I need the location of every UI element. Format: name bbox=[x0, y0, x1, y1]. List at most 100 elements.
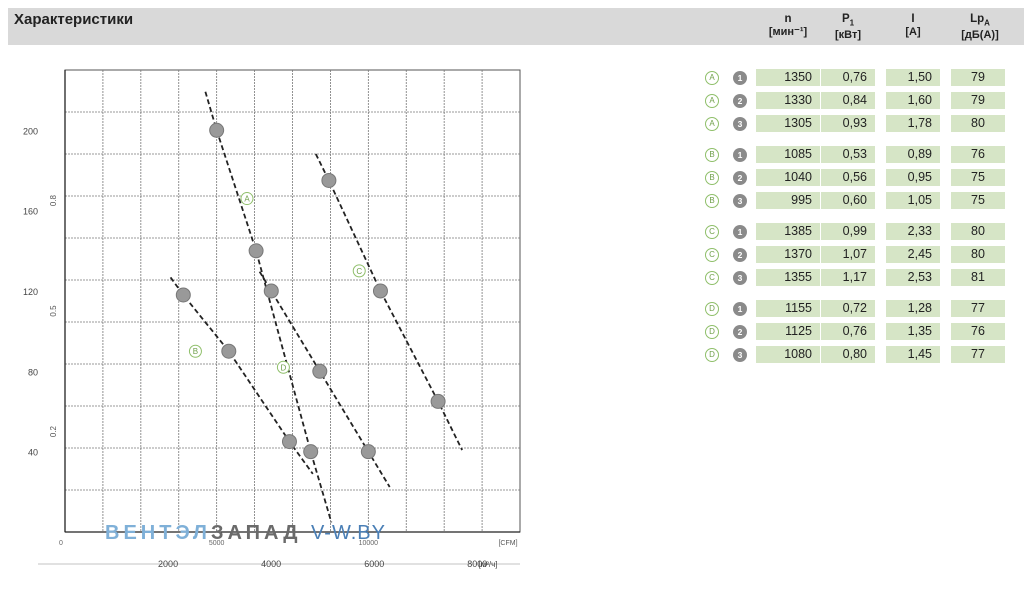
curve-letter-icon: C bbox=[705, 225, 719, 239]
cell-n: 1040 bbox=[756, 169, 820, 186]
y-tick-label-inwg: 0.2 bbox=[49, 425, 58, 437]
cell-n: 995 bbox=[756, 192, 820, 209]
cell-lpa: 79 bbox=[951, 92, 1005, 109]
col-head-i-name: I bbox=[911, 13, 915, 25]
operating-point-A bbox=[209, 122, 225, 138]
speed-number-icon: 3 bbox=[733, 348, 747, 362]
cell-n: 1355 bbox=[756, 269, 820, 286]
col-head-i: I [A] bbox=[886, 13, 940, 39]
x-unit-m3h: [м³/ч] bbox=[479, 560, 498, 569]
watermark-part1: ВЕНТЭЛ bbox=[105, 522, 211, 544]
cell-lpa: 80 bbox=[951, 115, 1005, 132]
x-unit-cfm: [CFM] bbox=[498, 540, 517, 547]
cell-lpa: 76 bbox=[951, 146, 1005, 163]
cell-lpa: 77 bbox=[951, 346, 1005, 363]
curve-label-C: C bbox=[356, 267, 362, 276]
curve-letter-icon: B bbox=[705, 148, 719, 162]
cell-i: 1,35 bbox=[886, 323, 940, 340]
col-head-lpa-name: Lp bbox=[970, 13, 985, 25]
cell-n: 1125 bbox=[756, 323, 820, 340]
cell-p1: 0,93 bbox=[821, 115, 875, 132]
curve-label-D: D bbox=[281, 363, 287, 372]
cell-i: 1,45 bbox=[886, 346, 940, 363]
cell-lpa: 75 bbox=[951, 192, 1005, 209]
y-tick-label-inwg: 0.5 bbox=[49, 305, 58, 317]
curve-letter-icon: A bbox=[705, 117, 719, 131]
curve-letter-icon: A bbox=[705, 94, 719, 108]
operating-point-D bbox=[312, 363, 328, 379]
col-head-i-unit: [A] bbox=[905, 26, 921, 38]
x-tick-label-m3h: 0 bbox=[59, 540, 63, 547]
curve-letter-icon: B bbox=[705, 171, 719, 185]
cell-n: 1155 bbox=[756, 300, 820, 317]
speed-number-icon: 2 bbox=[733, 325, 747, 339]
cell-p1: 0,53 bbox=[821, 146, 875, 163]
speed-number-icon: 2 bbox=[733, 248, 747, 262]
speed-number-icon: 2 bbox=[733, 94, 747, 108]
cell-lpa: 79 bbox=[951, 69, 1005, 86]
col-head-p1: P1 [кВт] bbox=[821, 13, 875, 42]
cell-n: 1080 bbox=[756, 346, 820, 363]
col-head-p1-unit: [кВт] bbox=[834, 29, 862, 42]
curve-letter-icon: C bbox=[705, 271, 719, 285]
curve-letter-icon: D bbox=[705, 302, 719, 316]
cell-lpa: 75 bbox=[951, 169, 1005, 186]
col-head-lpa-sub: A bbox=[984, 18, 990, 28]
cell-p1: 0,72 bbox=[821, 300, 875, 317]
cell-p1: 0,76 bbox=[821, 69, 875, 86]
cell-p1: 0,76 bbox=[821, 323, 875, 340]
operating-point-C bbox=[430, 393, 446, 409]
cell-p1: 1,17 bbox=[821, 269, 875, 286]
speed-number-icon: 1 bbox=[733, 148, 747, 162]
speed-number-icon: 2 bbox=[733, 171, 747, 185]
cell-lpa: 80 bbox=[951, 223, 1005, 240]
cell-i: 1,28 bbox=[886, 300, 940, 317]
x-tick-label-cfm: 2000 bbox=[158, 559, 178, 569]
col-head-lpa-unit: [дБ(A)] bbox=[961, 29, 999, 42]
y-tick-label: 80 bbox=[28, 367, 38, 377]
y-tick-label: 160 bbox=[23, 207, 38, 217]
curve-letter-icon: D bbox=[705, 325, 719, 339]
cell-n: 1305 bbox=[756, 115, 820, 132]
watermark-part2: ЗАПАД bbox=[210, 522, 302, 544]
col-head-n-name: n bbox=[784, 13, 792, 25]
speed-number-icon: 1 bbox=[733, 302, 747, 316]
curve-label-B: B bbox=[193, 347, 198, 356]
cell-lpa: 80 bbox=[951, 246, 1005, 263]
speed-number-icon: 1 bbox=[733, 225, 747, 239]
cell-n: 1330 bbox=[756, 92, 820, 109]
speed-number-icon: 3 bbox=[733, 271, 747, 285]
operating-point-A bbox=[303, 444, 319, 460]
cell-p1: 1,07 bbox=[821, 246, 875, 263]
cell-i: 2,33 bbox=[886, 223, 940, 240]
operating-point-B bbox=[281, 434, 297, 450]
cell-p1: 0,84 bbox=[821, 92, 875, 109]
cell-i: 1,50 bbox=[886, 69, 940, 86]
cell-i: 0,89 bbox=[886, 146, 940, 163]
y-tick-label: 40 bbox=[28, 448, 38, 458]
section-title: Характеристики bbox=[14, 11, 134, 28]
col-head-n: n [мин⁻¹] bbox=[756, 13, 820, 39]
operating-point-C bbox=[321, 172, 337, 188]
cell-p1: 0,80 bbox=[821, 346, 875, 363]
operating-point-C bbox=[372, 283, 388, 299]
cell-p1: 0,99 bbox=[821, 223, 875, 240]
speed-number-icon: 3 bbox=[733, 194, 747, 208]
y-tick-label: 120 bbox=[23, 287, 38, 297]
operating-point-D bbox=[263, 283, 279, 299]
y-tick-label: 200 bbox=[23, 126, 38, 136]
cell-lpa: 76 bbox=[951, 323, 1005, 340]
cell-i: 1,60 bbox=[886, 92, 940, 109]
cell-i: 0,95 bbox=[886, 169, 940, 186]
watermark-part3: V-W.BY bbox=[311, 522, 386, 544]
cell-i: 1,78 bbox=[886, 115, 940, 132]
cell-i: 2,53 bbox=[886, 269, 940, 286]
y-tick-label-inwg: 0.8 bbox=[49, 194, 58, 206]
curve-letter-icon: B bbox=[705, 194, 719, 208]
col-head-p1-sub: 1 bbox=[849, 18, 855, 28]
cell-lpa: 81 bbox=[951, 269, 1005, 286]
curve-letter-icon: C bbox=[705, 248, 719, 262]
operating-point-D bbox=[360, 444, 376, 460]
x-tick-label-cfm: 6000 bbox=[364, 559, 384, 569]
curve-label-A: A bbox=[244, 195, 250, 204]
